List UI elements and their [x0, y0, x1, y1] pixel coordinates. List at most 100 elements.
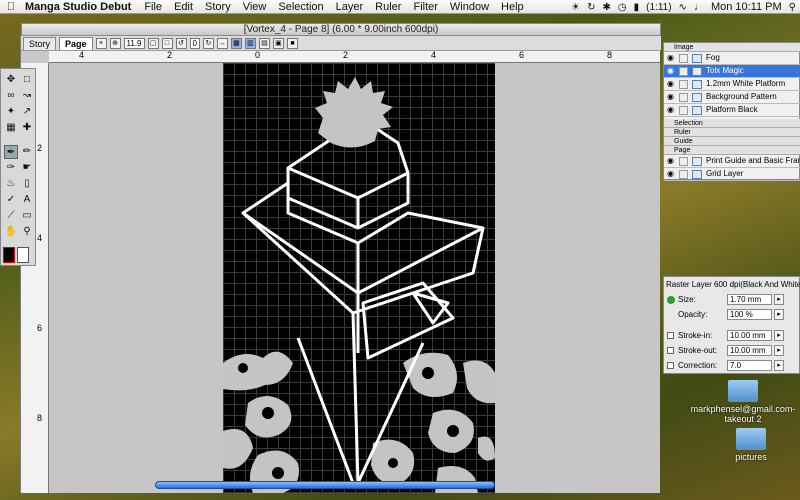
pen-tool-icon[interactable]: ✒: [4, 145, 18, 159]
layer-row[interactable]: ◉ Background Pattern: [664, 91, 800, 104]
move-page-icon[interactable]: ✥: [4, 73, 18, 87]
layer-row[interactable]: ◉ 1.2mm White Platform: [664, 78, 800, 91]
layer-row[interactable]: ◉ Fog: [664, 52, 800, 65]
hand-tool-icon[interactable]: ✋: [4, 225, 18, 239]
line-tool-icon[interactable]: ⟋: [4, 209, 18, 223]
menu-edit[interactable]: Edit: [168, 1, 199, 13]
bluetooth-icon[interactable]: ✱: [603, 2, 611, 13]
rotate-right-icon[interactable]: ↻: [202, 37, 214, 49]
app-name-menu[interactable]: Manga Studio Debut: [22, 1, 138, 13]
menu-help[interactable]: Help: [495, 1, 530, 13]
rotation-field[interactable]: 0: [189, 37, 200, 49]
zoom-icon[interactable]: ⚲: [20, 225, 34, 239]
object-select-icon[interactable]: ↗: [20, 105, 34, 119]
menu-file[interactable]: File: [138, 1, 168, 13]
stroke-in-checkbox[interactable]: [667, 332, 674, 339]
visibility-eye-icon[interactable]: ◉: [667, 155, 674, 167]
desktop-icon-pictures[interactable]: pictures: [696, 428, 800, 462]
airbrush-icon[interactable]: ☛: [20, 161, 34, 175]
size-field[interactable]: 1.70 mm: [727, 294, 772, 305]
eraser-icon[interactable]: ▯: [20, 177, 34, 191]
visibility-eye-icon[interactable]: ◉: [667, 65, 674, 77]
stroke-out-checkbox[interactable]: [667, 347, 674, 354]
pencil-tool-icon[interactable]: ✏: [20, 145, 34, 159]
flip-icon[interactable]: ↔: [216, 37, 228, 49]
move-icon[interactable]: ✚: [20, 121, 34, 135]
menu-filter[interactable]: Filter: [407, 1, 443, 13]
menu-clock[interactable]: Mon 10:11 PM: [711, 1, 782, 13]
stroke-out-arrow-icon[interactable]: ▸: [774, 345, 784, 356]
visibility-eye-icon[interactable]: ◉: [667, 52, 674, 64]
layer-row[interactable]: ◉ Grid Layer: [664, 168, 800, 181]
snap-icon[interactable]: ▣: [272, 37, 284, 49]
menu-view[interactable]: View: [237, 1, 273, 13]
text-tool-icon[interactable]: A: [20, 193, 34, 207]
lock-checkbox[interactable]: [679, 106, 688, 115]
wifi-icon[interactable]: ∿: [679, 2, 687, 13]
brush-tool-icon[interactable]: ✑: [4, 161, 18, 175]
stroke-in-field[interactable]: 10.00 mm: [727, 330, 772, 341]
rotate-left-icon[interactable]: ↺: [175, 37, 187, 49]
layer-group-image[interactable]: Image: [664, 43, 800, 52]
preview-icon[interactable]: ■: [286, 37, 298, 49]
select-pen-icon[interactable]: ↝: [20, 89, 34, 103]
battery-time[interactable]: (1:11): [646, 2, 671, 13]
rectangle-tool-icon[interactable]: ▭: [20, 209, 34, 223]
lock-checkbox[interactable]: [679, 67, 688, 76]
close-tab-icon[interactable]: ×: [95, 37, 107, 49]
color-swatches[interactable]: [3, 247, 33, 263]
visibility-eye-icon[interactable]: ◉: [667, 104, 674, 116]
lock-checkbox[interactable]: [679, 170, 688, 179]
lock-checkbox[interactable]: [679, 157, 688, 166]
volume-icon[interactable]: ♩: [694, 2, 704, 13]
layer-group-ruler[interactable]: Ruler: [664, 128, 800, 137]
drawing-canvas[interactable]: [49, 63, 660, 493]
menu-story[interactable]: Story: [199, 1, 237, 13]
correction-checkbox[interactable]: [667, 362, 674, 369]
correction-field[interactable]: 7.0: [727, 360, 772, 371]
stroke-in-arrow-icon[interactable]: ▸: [774, 330, 784, 341]
document-title[interactable]: [Vortex_4 - Page 8] (6.00 * 9.00inch 600…: [21, 23, 661, 36]
layer-move-icon[interactable]: ▦: [4, 121, 18, 135]
apple-menu-icon[interactable]: : [0, 1, 22, 13]
zoom-field[interactable]: 11.9: [123, 37, 145, 49]
timer-icon[interactable]: ◷: [618, 2, 627, 13]
desktop-icon-takeout[interactable]: markphensel@gmail.com-takeout 2: [688, 380, 798, 424]
menu-selection[interactable]: Selection: [272, 1, 329, 13]
ruler-toggle-icon[interactable]: ▥: [244, 37, 256, 49]
visibility-eye-icon[interactable]: ◉: [667, 91, 674, 103]
tab-story[interactable]: Story: [23, 36, 57, 50]
size-indicator-icon[interactable]: [667, 296, 675, 304]
layer-group-page[interactable]: Page: [664, 146, 800, 155]
lock-checkbox[interactable]: [679, 54, 688, 63]
foreground-color[interactable]: [3, 247, 15, 263]
guide-toggle-icon[interactable]: ▤: [258, 37, 270, 49]
lock-checkbox[interactable]: [679, 80, 688, 89]
menu-window[interactable]: Window: [444, 1, 495, 13]
menu-layer[interactable]: Layer: [330, 1, 370, 13]
visibility-eye-icon[interactable]: ◉: [667, 168, 674, 180]
layer-row-selected[interactable]: ◉ Tolx Magic: [664, 65, 800, 78]
eyedropper-icon[interactable]: ✓: [4, 193, 18, 207]
page-fit-icon[interactable]: ▢: [147, 37, 159, 49]
battery-icon[interactable]: ▮: [634, 2, 640, 13]
opacity-field[interactable]: 100 %: [727, 309, 772, 320]
horizontal-scrollbar[interactable]: [155, 481, 495, 489]
zoom-tool-icon[interactable]: ⊕: [109, 37, 121, 49]
grid-toggle-icon[interactable]: ▦: [230, 37, 242, 49]
tab-page[interactable]: Page: [59, 36, 93, 50]
spotlight-icon[interactable]: ⚲: [789, 2, 796, 13]
layer-group-selection[interactable]: Selection: [664, 119, 800, 128]
status-icon[interactable]: ☀: [571, 2, 580, 13]
fill-tool-icon[interactable]: ♨: [4, 177, 18, 191]
size-arrow-icon[interactable]: ▸: [774, 294, 784, 305]
sync-icon[interactable]: ↻: [587, 2, 595, 13]
magic-wand-icon[interactable]: ✦: [4, 105, 18, 119]
layer-row[interactable]: ◉ Print Guide and Basic Frame: [664, 155, 800, 168]
background-color[interactable]: [17, 247, 29, 263]
actual-size-icon[interactable]: □: [161, 37, 173, 49]
menu-ruler[interactable]: Ruler: [369, 1, 407, 13]
stroke-out-field[interactable]: 10.00 mm: [727, 345, 772, 356]
correction-arrow-icon[interactable]: ▸: [774, 360, 784, 371]
manga-page[interactable]: [223, 63, 495, 493]
